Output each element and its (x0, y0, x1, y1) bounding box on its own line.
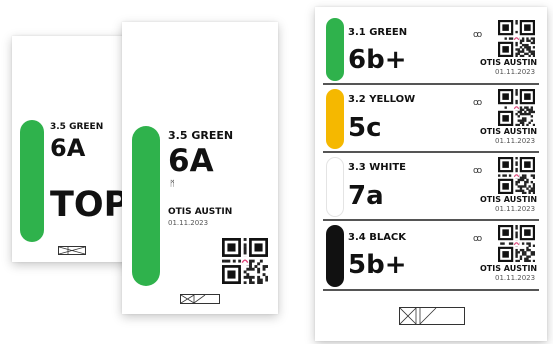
setter-name: OTIS AUSTIN (480, 264, 538, 273)
barcode (58, 246, 86, 255)
qr-code (498, 20, 535, 57)
grade-label: 3.3 WHITE (348, 162, 406, 173)
setter-name: OTIS AUSTIN (480, 58, 538, 67)
barcode (399, 307, 465, 325)
setter-mark-icon: ꝏ (473, 166, 483, 176)
route-card-multi: 3.1 GREEN 6b+ ꝏ OTIS AUSTIN 01.11.2023 3… (315, 7, 547, 341)
row-divider (323, 151, 539, 153)
setter-mark-icon: ᛗ (170, 179, 175, 188)
grade-color-bar (132, 126, 160, 286)
grade-value: 7a (348, 181, 384, 211)
barcode (180, 294, 220, 304)
qr-code (498, 225, 535, 262)
qr-code (222, 238, 268, 284)
grade-label: 3.5 GREEN (50, 122, 104, 132)
top-label: TOP (50, 185, 130, 225)
qr-code (498, 157, 535, 194)
route-card-middle: 3.5 GREEN 6A ᛗ OTIS AUSTIN 01.11.2023 (122, 22, 278, 314)
grade-color-bar (326, 225, 344, 287)
grade-value: 6A (50, 134, 86, 162)
setter-name: OTIS AUSTIN (480, 127, 538, 136)
grade-value: 5c (348, 113, 382, 143)
row-divider (323, 219, 539, 221)
set-date: 01.11.2023 (495, 137, 536, 145)
grade-color-bar (20, 120, 44, 242)
row-divider (323, 289, 539, 291)
row-divider (323, 83, 539, 85)
set-date: 01.11.2023 (495, 274, 536, 282)
set-date: 01.11.2023 (495, 68, 536, 76)
qr-code (498, 89, 535, 126)
setter-name: OTIS AUSTIN (480, 195, 538, 204)
setter-mark-icon: ꝏ (473, 98, 483, 108)
route-card-back: 3.5 GREEN 6A TOP (12, 36, 140, 262)
setter-name: OTIS AUSTIN (168, 207, 233, 217)
grade-value: 6b+ (348, 45, 407, 75)
grade-value: 5b+ (348, 250, 407, 280)
grade-color-bar (326, 89, 344, 149)
setter-mark-icon: ꝏ (473, 30, 483, 40)
grade-label: 3.1 GREEN (348, 27, 408, 38)
set-date: 01.11.2023 (495, 205, 536, 213)
grade-color-bar (326, 157, 344, 217)
grade-value: 6A (168, 143, 214, 179)
grade-color-bar (326, 18, 344, 81)
grade-label: 3.5 GREEN (168, 129, 234, 142)
set-date: 01.11.2023 (168, 219, 209, 227)
grade-label: 3.2 YELLOW (348, 94, 416, 105)
grade-label: 3.4 BLACK (348, 232, 407, 243)
setter-mark-icon: ꝏ (473, 234, 483, 244)
